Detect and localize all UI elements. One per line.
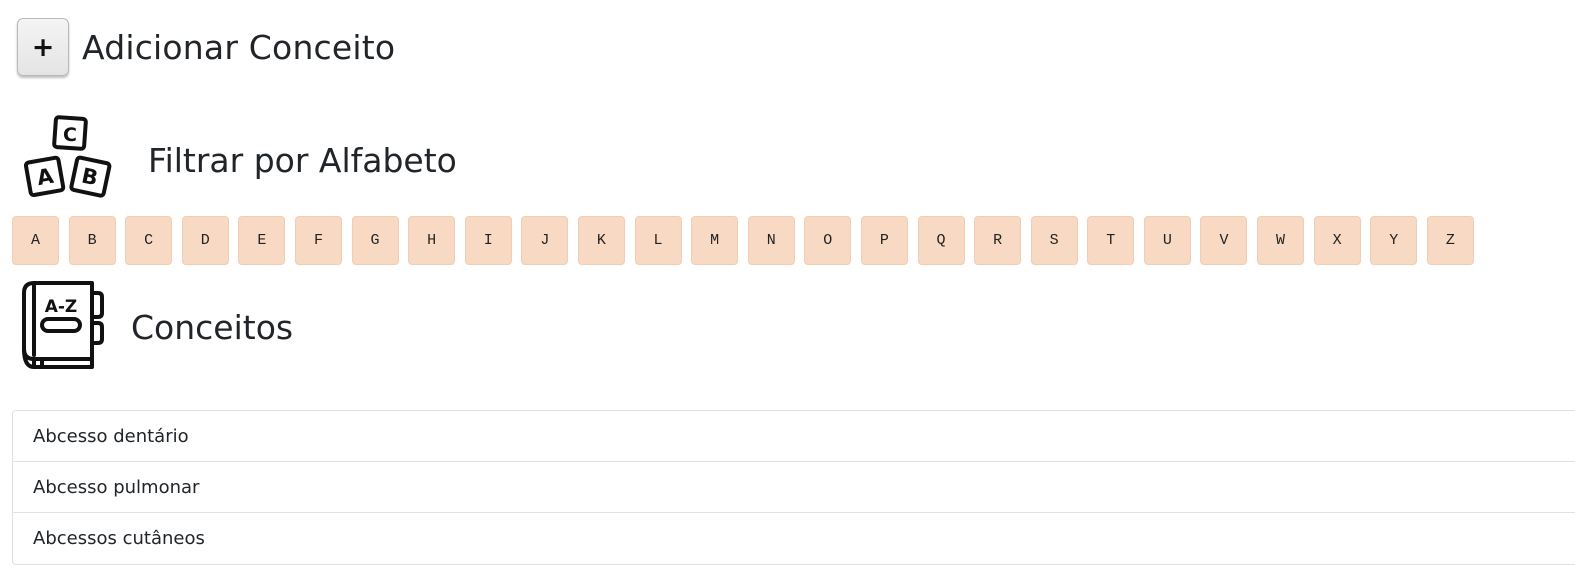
concepts-title: Conceitos bbox=[131, 307, 294, 347]
add-concept-row: + Adicionar Conceito bbox=[17, 18, 395, 76]
letter-button-f[interactable]: F bbox=[294, 216, 342, 265]
letter-button-i[interactable]: I bbox=[464, 216, 512, 265]
letter-button-z[interactable]: Z bbox=[1426, 216, 1474, 265]
letter-button-a[interactable]: A bbox=[12, 216, 59, 265]
filter-title: Filtrar por Alfabeto bbox=[148, 140, 457, 180]
letter-button-p[interactable]: P bbox=[860, 216, 908, 265]
add-concept-button[interactable]: + bbox=[17, 18, 69, 76]
add-concept-title: Adicionar Conceito bbox=[82, 27, 396, 67]
a-z-book-icon: A-Z bbox=[20, 279, 104, 375]
filter-header: C A B Filtrar por Alfabeto bbox=[22, 112, 457, 208]
letter-button-q[interactable]: Q bbox=[917, 216, 965, 265]
alphabet-filter: ABCDEFGHIJKLMNOPQRSTUVWXYZ bbox=[12, 216, 1483, 265]
concept-list-item[interactable]: Abcessos cutâneos bbox=[13, 513, 1575, 564]
letter-button-w[interactable]: W bbox=[1257, 216, 1305, 265]
abc-blocks-icon: C A B bbox=[22, 112, 118, 208]
letter-button-y[interactable]: Y bbox=[1370, 216, 1418, 265]
letter-button-d[interactable]: D bbox=[181, 216, 229, 265]
concept-list: Abcesso dentário Abcesso pulmonar Abcessos… bbox=[12, 410, 1575, 565]
concepts-header: A-Z Conceitos bbox=[20, 279, 293, 375]
letter-button-k[interactable]: K bbox=[577, 216, 625, 265]
letter-button-m[interactable]: M bbox=[691, 216, 739, 265]
letter-button-r[interactable]: R bbox=[974, 216, 1022, 265]
letter-button-o[interactable]: O bbox=[804, 216, 852, 265]
letter-button-t[interactable]: T bbox=[1087, 216, 1135, 265]
letter-button-n[interactable]: N bbox=[747, 216, 795, 265]
letter-button-b[interactable]: B bbox=[68, 216, 116, 265]
page: + Adicionar Conceito C A B Filtrar por A… bbox=[0, 0, 1575, 567]
letter-button-v[interactable]: V bbox=[1200, 216, 1248, 265]
letter-button-e[interactable]: E bbox=[238, 216, 286, 265]
letter-button-x[interactable]: X bbox=[1313, 216, 1361, 265]
letter-button-j[interactable]: J bbox=[521, 216, 569, 265]
letter-button-u[interactable]: U bbox=[1143, 216, 1191, 265]
letter-button-g[interactable]: G bbox=[351, 216, 399, 265]
concept-list-item[interactable]: Abcesso dentário bbox=[13, 411, 1575, 462]
letter-button-h[interactable]: H bbox=[408, 216, 456, 265]
letter-button-s[interactable]: S bbox=[1030, 216, 1078, 265]
svg-text:C: C bbox=[63, 124, 77, 146]
svg-text:A-Z: A-Z bbox=[45, 297, 78, 317]
letter-button-c[interactable]: C bbox=[125, 216, 173, 265]
concept-list-item[interactable]: Abcesso pulmonar bbox=[13, 462, 1575, 513]
letter-button-l[interactable]: L bbox=[634, 216, 682, 265]
